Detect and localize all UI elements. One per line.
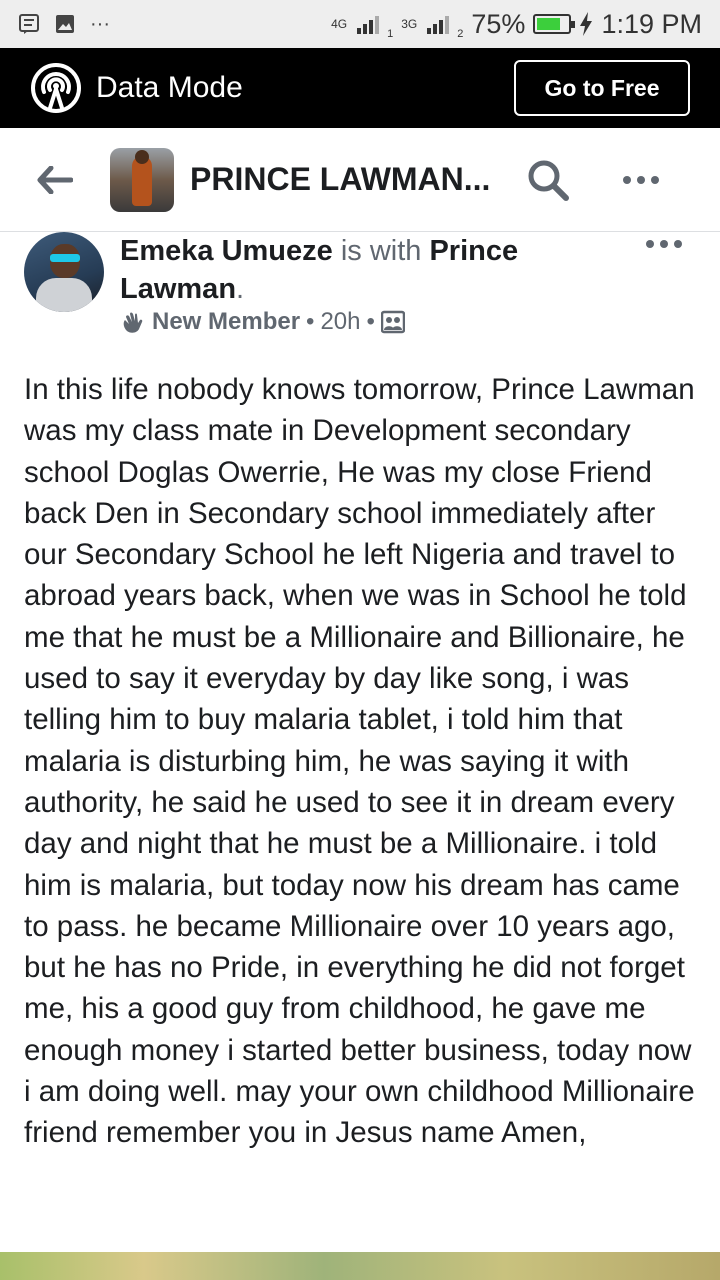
- group-header: PRINCE LAWMAN...: [0, 128, 720, 232]
- back-button[interactable]: [0, 128, 110, 232]
- battery-icon: [533, 14, 576, 34]
- search-icon: [528, 160, 569, 201]
- signal-icon: [357, 14, 380, 34]
- signal-icon: [427, 14, 450, 34]
- image-icon: [56, 15, 74, 33]
- go-to-free-button[interactable]: Go to Free: [514, 60, 690, 116]
- period: .: [236, 273, 245, 305]
- post-photo[interactable]: [0, 1252, 720, 1280]
- post-time[interactable]: 20h: [320, 308, 360, 336]
- status-bar: ··· 4G 1 3G 2 75% 1:19 PM: [0, 0, 720, 48]
- charging-icon: [580, 12, 593, 36]
- post-body: In this life nobody knows tomorrow, Prin…: [24, 373, 695, 1150]
- more-notifications-icon: ···: [90, 12, 110, 35]
- sim-2-label: 2: [457, 27, 464, 40]
- post-meta: New Member • 20h •: [120, 308, 405, 336]
- group-title[interactable]: PRINCE LAWMAN...: [190, 161, 500, 198]
- message-icon: [19, 14, 39, 34]
- back-arrow-icon: [37, 165, 73, 194]
- separator: •: [306, 308, 315, 335]
- wave-hand-icon: [123, 312, 143, 333]
- data-mode-title: Data Mode: [96, 71, 243, 104]
- post: Emeka Umueze is with Prince Lawman. New …: [0, 232, 720, 1154]
- sim-1-label: 1: [387, 27, 394, 40]
- more-icon[interactable]: [606, 175, 676, 184]
- clock: 1:19 PM: [601, 8, 702, 39]
- network-type-2: 3G: [401, 17, 418, 31]
- post-author-line: Emeka Umueze is with Prince Lawman.: [120, 232, 590, 308]
- search-button[interactable]: [518, 150, 578, 210]
- post-header: Emeka Umueze is with Prince Lawman. New …: [0, 232, 720, 347]
- broadcast-icon: [31, 63, 81, 113]
- author-avatar[interactable]: [24, 232, 104, 312]
- group-audience-icon: [380, 310, 405, 334]
- data-mode-bar: Data Mode Go to Free: [0, 48, 720, 128]
- with-text: is with: [332, 235, 430, 267]
- network-type-1: 4G: [331, 17, 348, 31]
- author-name[interactable]: Emeka Umueze: [120, 235, 333, 267]
- battery-percent: 75%: [471, 8, 526, 39]
- notification-icons: ···: [18, 13, 110, 36]
- member-badge: New Member: [152, 308, 301, 335]
- post-more-icon[interactable]: [646, 240, 682, 248]
- group-avatar[interactable]: [110, 147, 174, 212]
- separator: •: [366, 308, 375, 335]
